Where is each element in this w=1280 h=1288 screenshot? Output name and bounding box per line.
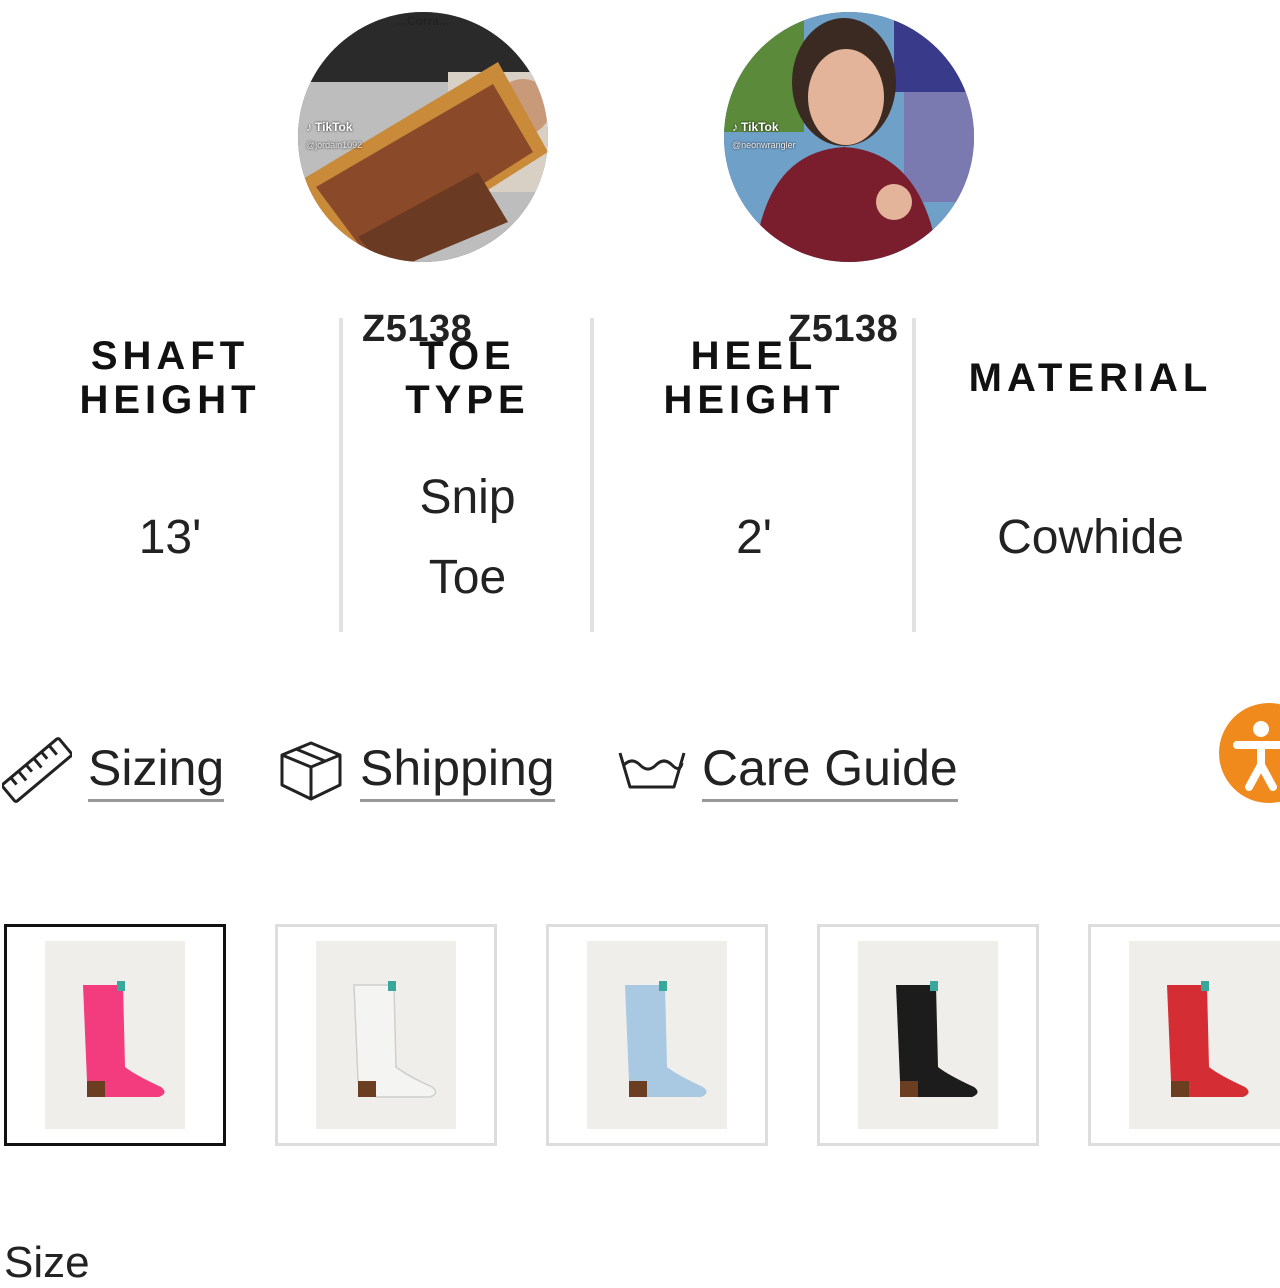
tiktok-logo-icon: ♪ TikTok	[732, 120, 779, 134]
platform-name: TikTok	[315, 120, 353, 134]
pink-boot-image	[83, 981, 165, 1097]
black-boot-image	[896, 981, 978, 1097]
spec-toe-type: TOE TYPE Snip Toe	[345, 318, 590, 632]
product-code: Z5138	[788, 308, 899, 350]
product-code: Z5138	[362, 308, 473, 350]
color-variant-light-blue[interactable]	[546, 924, 768, 1146]
video-still-image	[298, 12, 548, 262]
video-caption: ...Corra...	[396, 14, 449, 28]
video-handle: @neonwrangler	[732, 140, 796, 150]
spec-divider	[339, 318, 343, 632]
tiktok-video-thumbnail-1[interactable]: ...Corra... ♪ TikTok @jordain1092	[298, 12, 548, 262]
spec-value: Snip Toe	[345, 458, 590, 618]
box-icon	[280, 741, 342, 801]
spec-label-line: HEIGHT	[79, 378, 261, 422]
spec-value-line: 13'	[138, 511, 202, 564]
spec-value-line: Cowhide	[997, 511, 1184, 564]
spec-divider	[590, 318, 594, 632]
spec-value-line: 2'	[736, 511, 772, 564]
spec-value: 2'	[596, 498, 912, 578]
color-variant-pink[interactable]	[4, 924, 226, 1146]
spec-value: 13'	[20, 498, 320, 578]
care-guide-link-label[interactable]: Care Guide	[702, 739, 958, 802]
sizing-link-label[interactable]: Sizing	[88, 739, 225, 802]
color-variant-red[interactable]	[1088, 924, 1280, 1146]
red-boot-image	[1167, 981, 1249, 1097]
spec-label-line: TYPE	[405, 378, 530, 422]
video-handle: @jordain1092	[306, 140, 363, 150]
spec-label-line: HEIGHT	[663, 378, 845, 422]
color-variant-black[interactable]	[817, 924, 1039, 1146]
spec-shaft-height: SHAFT HEIGHT 13'	[20, 318, 320, 632]
color-variant-white[interactable]	[275, 924, 497, 1146]
spec-value: Cowhide	[918, 498, 1263, 578]
spec-label-line: SHAFT	[90, 334, 250, 378]
sizing-link[interactable]: Sizing	[2, 730, 225, 810]
ruler-icon	[2, 737, 72, 803]
care-guide-link[interactable]: Care Guide	[618, 730, 958, 810]
tiktok-video-thumbnail-2[interactable]: ♪ TikTok @neonwrangler	[724, 12, 974, 262]
spec-heel-height: HEEL HEIGHT 2'	[596, 318, 912, 632]
spec-value-line: Snip	[419, 471, 516, 524]
accessibility-icon	[1233, 721, 1280, 791]
spec-material: MATERIAL Cowhide	[918, 318, 1263, 632]
spec-divider	[912, 318, 916, 632]
spec-label-line: MATERIAL	[968, 356, 1213, 400]
tiktok-logo-icon: ♪ TikTok	[306, 120, 353, 134]
shipping-link-label[interactable]: Shipping	[360, 739, 555, 802]
spec-value-line: Toe	[428, 551, 507, 604]
accessibility-button[interactable]	[1219, 703, 1280, 803]
white-boot-image	[353, 981, 437, 1098]
video-still-image	[724, 12, 974, 262]
shipping-link[interactable]: Shipping	[278, 730, 555, 810]
light-blue-boot-image	[625, 981, 707, 1097]
size-section-label: Size	[4, 1238, 90, 1287]
platform-name: TikTok	[741, 120, 779, 134]
wash-basin-icon	[618, 752, 686, 789]
